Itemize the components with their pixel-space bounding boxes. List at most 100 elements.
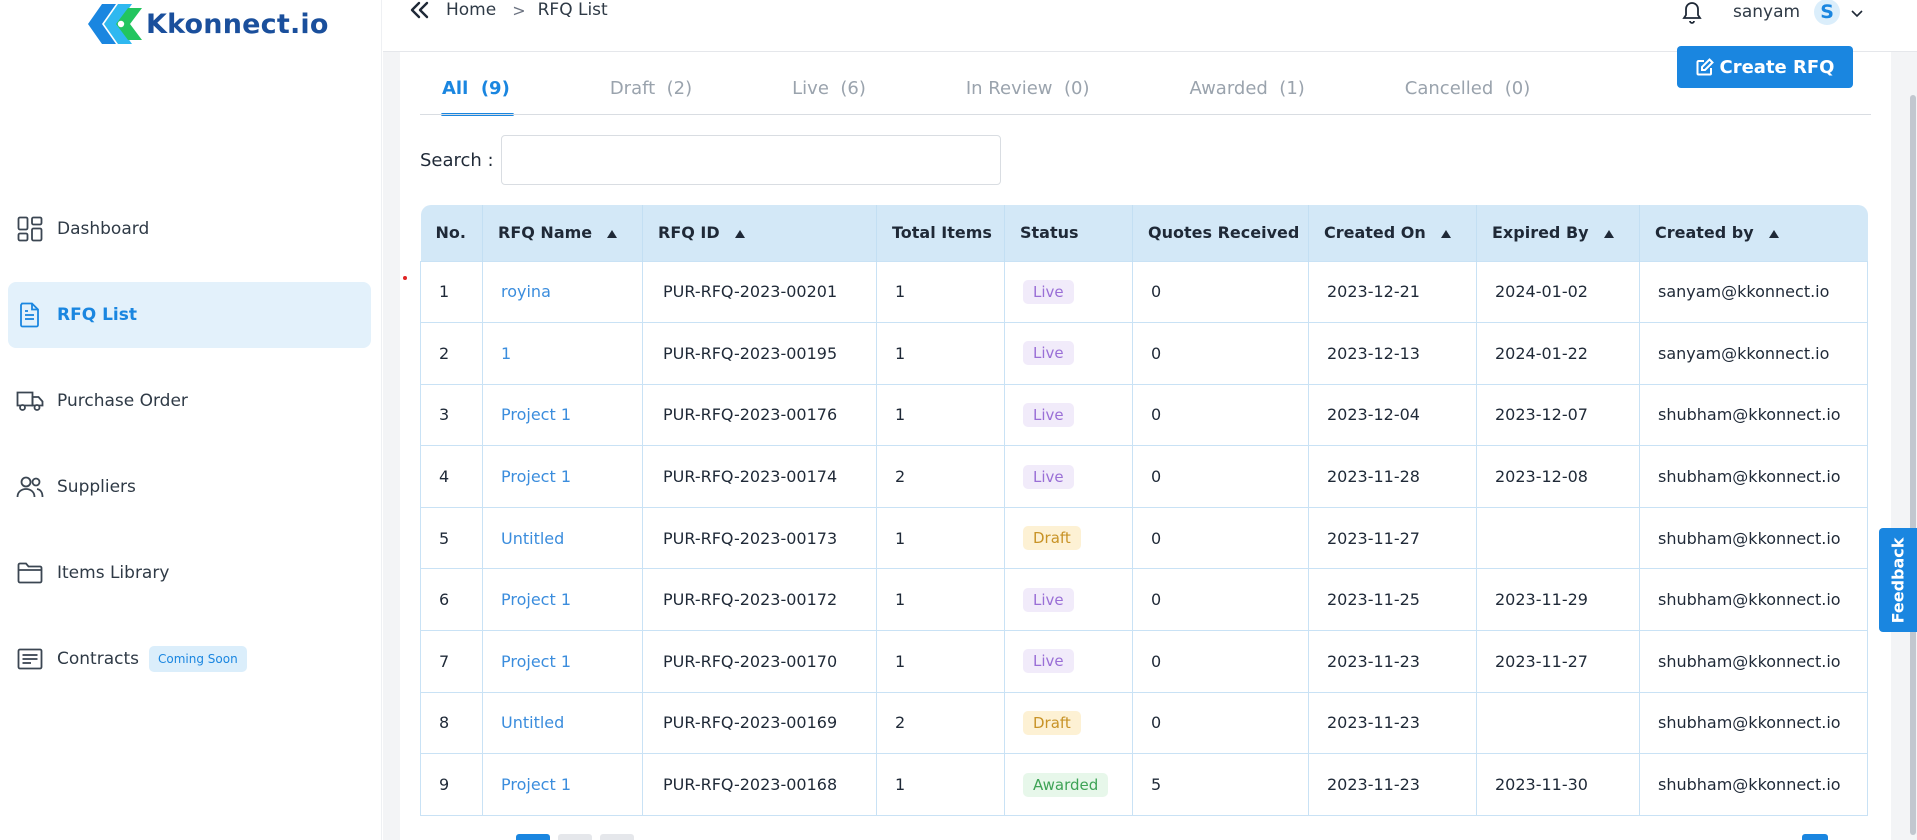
tab-live[interactable]: Live (6) xyxy=(772,74,886,116)
sidebar-item-items-library[interactable]: Items Library xyxy=(8,540,371,606)
column-header-no: No. xyxy=(420,205,483,261)
rfq-name-link[interactable]: Project 1 xyxy=(501,590,571,609)
table-row[interactable]: 4 Project 1 PUR-RFQ-2023-00174 2 Live 0 2023-1… xyxy=(420,445,1868,508)
table-row[interactable]: 7 Project 1 PUR-RFQ-2023-00170 1 Live 0 2023-1… xyxy=(420,630,1868,693)
cell-no: 9 xyxy=(439,775,450,795)
cell-no: 8 xyxy=(439,713,450,733)
tab-label: All xyxy=(442,78,469,99)
sidebar-item-contracts[interactable]: Contracts Coming Soon xyxy=(8,626,371,692)
table-row[interactable]: 9 Project 1 PUR-RFQ-2023-00168 1 Awarded 5 202… xyxy=(420,753,1868,816)
breadcrumb-home[interactable]: Home xyxy=(446,0,496,20)
table-row[interactable]: 8 Untitled PUR-RFQ-2023-00169 2 Draft 0 2023-1… xyxy=(420,691,1868,755)
table-cell: 2023-11-23 xyxy=(1308,753,1477,816)
cell-created-on: 2023-11-28 xyxy=(1327,467,1420,487)
coming-soon-badge: Coming Soon xyxy=(149,646,247,672)
table-cell: Live xyxy=(1004,445,1133,508)
notification-bell-icon[interactable] xyxy=(1680,0,1704,24)
cell-total-items: 1 xyxy=(895,282,906,302)
cell-rfq-id: PUR-RFQ-2023-00195 xyxy=(663,343,838,363)
pagination-active-page[interactable] xyxy=(516,834,550,840)
sidebar-item-suppliers[interactable]: Suppliers xyxy=(8,454,371,520)
cell-no: 5 xyxy=(439,528,450,548)
column-header-created-on[interactable]: Created On xyxy=(1308,205,1477,261)
tab-in-review[interactable]: In Review (0) xyxy=(946,74,1110,116)
sidebar-item-purchase-order[interactable]: Purchase Order xyxy=(8,368,371,434)
table-cell: 1 xyxy=(876,753,1005,816)
user-menu[interactable]: sanyam S xyxy=(1733,0,1864,25)
table-cell: 2023-12-13 xyxy=(1308,322,1477,385)
table-cell: 8 xyxy=(420,691,483,755)
tab-all[interactable]: All (9) xyxy=(420,74,530,116)
table-cell: 6 xyxy=(420,568,483,632)
table-cell: 9 xyxy=(420,753,483,816)
rfq-name-link[interactable]: Project 1 xyxy=(501,652,571,671)
sort-up-icon xyxy=(607,229,618,238)
pagination-page[interactable] xyxy=(558,834,592,840)
cell-created-by: shubham@kkonnect.io xyxy=(1658,651,1841,671)
column-header-rfq-id[interactable]: RFQ ID xyxy=(642,205,877,261)
pagination-page[interactable] xyxy=(600,834,634,840)
tab-draft[interactable]: Draft (2) xyxy=(590,74,712,116)
column-header-expired-by[interactable]: Expired By xyxy=(1476,205,1640,261)
rfq-name-link[interactable]: Project 1 xyxy=(501,775,571,794)
table-cell: shubham@kkonnect.io xyxy=(1639,445,1868,508)
cell-expired-by: 2023-12-07 xyxy=(1495,405,1588,425)
cell-expired-by: 2023-11-29 xyxy=(1495,590,1588,610)
table-row[interactable]: 2 1 PUR-RFQ-2023-00195 1 Live 0 2023-12-13 2024… xyxy=(420,322,1868,385)
table-cell: Live xyxy=(1004,568,1133,632)
table-cell: PUR-RFQ-2023-00170 xyxy=(642,630,877,693)
table-row[interactable]: 6 Project 1 PUR-RFQ-2023-00172 1 Live 0 2023-1… xyxy=(420,568,1868,632)
cell-rfq-id: PUR-RFQ-2023-00173 xyxy=(663,528,838,548)
table-row[interactable]: 1 royina PUR-RFQ-2023-00201 1 Live 0 2023-12-2… xyxy=(420,260,1868,324)
rfq-name-link[interactable]: Untitled xyxy=(501,713,564,732)
cell-quotes-received: 0 xyxy=(1151,528,1162,548)
column-header-rfq-name[interactable]: RFQ Name xyxy=(482,205,643,261)
cell-expired-by: 2023-11-30 xyxy=(1495,775,1588,795)
status-badge: Draft xyxy=(1023,526,1081,551)
feedback-button[interactable]: Feedback xyxy=(1879,528,1917,632)
pagination-next[interactable] xyxy=(1802,834,1828,840)
feedback-label: Feedback xyxy=(1888,537,1908,623)
table-cell: 4 xyxy=(420,445,483,508)
table-cell: PUR-RFQ-2023-00176 xyxy=(642,383,877,447)
rfq-name-link[interactable]: Untitled xyxy=(501,529,564,548)
kkonnect-logo-icon xyxy=(86,2,144,46)
table-cell: 0 xyxy=(1132,691,1309,755)
column-label: Quotes Received xyxy=(1148,223,1300,243)
table-cell: PUR-RFQ-2023-00168 xyxy=(642,753,877,816)
sidebar-item-dashboard[interactable]: Dashboard xyxy=(8,196,371,262)
tab-awarded[interactable]: Awarded (1) xyxy=(1169,74,1324,116)
table-cell: 1 xyxy=(876,322,1005,385)
rfq-name-link[interactable]: Project 1 xyxy=(501,405,571,424)
tab-label: Cancelled xyxy=(1404,78,1494,99)
status-tabs: All (9) Draft (2) Live (6) In Review (0)… xyxy=(420,74,1610,116)
rfq-name-link[interactable]: 1 xyxy=(501,344,511,363)
table-cell: 2 xyxy=(876,445,1005,508)
scrollbar-thumb[interactable] xyxy=(1910,95,1916,835)
search-input[interactable] xyxy=(501,135,1001,185)
cell-total-items: 1 xyxy=(895,775,906,795)
sidebar: Kkonnect.io Dashboard RFQ List Purchase … xyxy=(0,0,382,840)
table-cell: 5 xyxy=(420,506,483,570)
brand-name: Kkonnect.io xyxy=(146,8,329,40)
table-cell: Live xyxy=(1004,383,1133,447)
table-row[interactable]: 3 Project 1 PUR-RFQ-2023-00176 1 Live 0 2023-1… xyxy=(420,383,1868,447)
brand-logo[interactable]: Kkonnect.io xyxy=(86,2,329,46)
cell-total-items: 2 xyxy=(895,467,906,487)
cell-created-by: shubham@kkonnect.io xyxy=(1658,775,1841,795)
rfq-name-link[interactable]: royina xyxy=(501,282,551,301)
column-header-created-by[interactable]: Created by xyxy=(1640,205,1868,261)
column-header-quotes-received: Quotes Received xyxy=(1132,205,1309,261)
table-cell: 2023-11-28 xyxy=(1308,445,1477,508)
rfq-name-link[interactable]: Project 1 xyxy=(501,467,571,486)
tab-cancelled[interactable]: Cancelled (0) xyxy=(1385,74,1550,116)
cell-total-items: 1 xyxy=(895,343,906,363)
table-cell: 0 xyxy=(1132,383,1309,447)
create-rfq-button[interactable]: Create RFQ xyxy=(1677,46,1853,88)
collapse-sidebar-icon[interactable] xyxy=(410,0,430,20)
table-row[interactable]: 5 Untitled PUR-RFQ-2023-00173 1 Draft 0 2023-1… xyxy=(420,506,1868,570)
table-cell: 7 xyxy=(420,630,483,693)
cell-no: 2 xyxy=(439,343,450,363)
sidebar-item-rfq-list[interactable]: RFQ List xyxy=(8,282,371,348)
contract-icon xyxy=(16,645,44,673)
